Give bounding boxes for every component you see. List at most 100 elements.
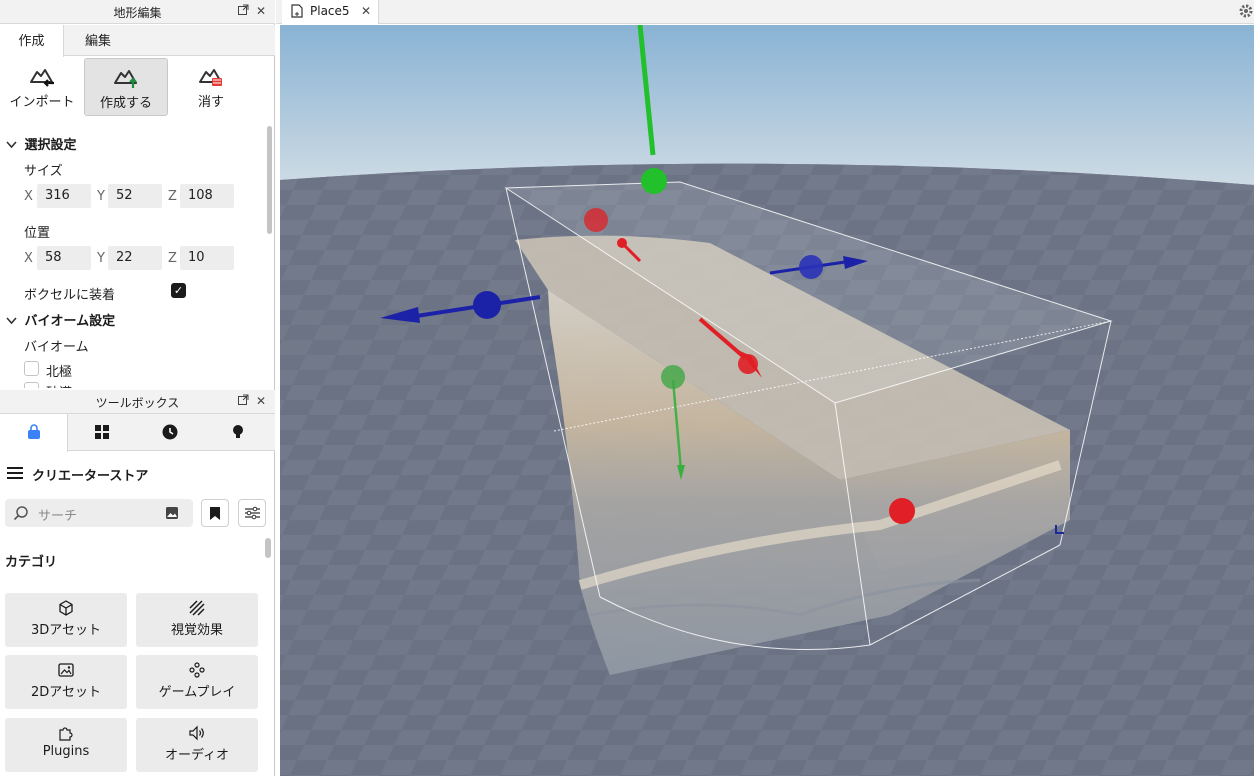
undock-icon[interactable] (236, 394, 250, 408)
gamepad-icon (189, 662, 205, 678)
store-bag-icon (27, 424, 40, 439)
biome-settings-title: バイオーム設定 (24, 314, 116, 329)
position-x-axis: X (24, 251, 33, 266)
gear-icon[interactable] (1238, 3, 1254, 23)
store-title: クリエーターストア (32, 469, 149, 484)
position-y-field[interactable]: 22 (108, 246, 162, 270)
search-icon (13, 505, 29, 525)
store-header: クリエーターストア (0, 460, 275, 488)
toolbox-header: ツールボックス ✕ (0, 390, 275, 414)
category-visual-effects[interactable]: 視覚効果 (136, 593, 258, 647)
category-label: オーディオ (164, 748, 230, 763)
terrain-settings: 選択設定 サイズ X 316 Y 52 Z 108 位置 X 58 Y 22 Z… (0, 126, 266, 388)
import-tool-label: インポート (9, 95, 75, 110)
terrain-import-icon (30, 69, 54, 87)
document-tab-name: Place5 (310, 4, 350, 18)
sliders-icon (244, 506, 260, 520)
terrain-generate-icon (114, 70, 137, 88)
tab-edit[interactable]: 編集 (66, 25, 130, 56)
toolbox-scrollbar[interactable] (265, 538, 271, 558)
terrain-tabs: 作成 編集 (0, 25, 275, 57)
speaker-icon (189, 725, 204, 741)
move-handle-z-front[interactable] (473, 291, 501, 319)
selection-settings-header[interactable]: 選択設定 (6, 134, 77, 153)
position-z-axis: Z (168, 251, 177, 266)
filter-button[interactable] (238, 499, 266, 527)
category-label: Plugins (42, 744, 90, 759)
clear-tool-label: 消す (197, 95, 224, 110)
saved-button[interactable] (201, 499, 229, 527)
chevron-down-icon (6, 138, 20, 153)
move-handle-x-front[interactable] (738, 354, 758, 374)
move-handle-y-down[interactable] (661, 365, 685, 389)
close-panel-button[interactable]: ✕ (254, 394, 268, 408)
tab-inventory[interactable] (68, 414, 136, 451)
category-audio[interactable]: オーディオ (136, 718, 258, 772)
size-z-field[interactable]: 108 (180, 184, 234, 208)
size-label: サイズ (24, 164, 63, 179)
chevron-down-icon (6, 314, 20, 329)
biome-desert-label: 砂漠 (46, 382, 72, 388)
position-z-field[interactable]: 10 (180, 246, 234, 270)
size-z-axis: Z (168, 189, 177, 204)
undock-icon[interactable] (236, 4, 250, 18)
import-tool-button[interactable]: インポート (0, 58, 84, 116)
tab-create[interactable]: 作成 (0, 25, 64, 57)
toolbox-title: ツールボックス (95, 396, 180, 410)
category-label: 視覚効果 (170, 623, 223, 638)
image-icon (58, 663, 74, 677)
search-input[interactable]: サーチ (5, 499, 193, 527)
tab-recent[interactable] (136, 414, 204, 451)
generate-tool-button[interactable]: 作成する (84, 58, 168, 116)
settings-scrollbar[interactable] (267, 126, 272, 234)
hatch-icon (189, 600, 205, 616)
biome-arctic-checkbox[interactable] (24, 361, 39, 376)
document-tab-bar: Place5 ✕ (276, 0, 1254, 24)
tab-suggestions[interactable] (204, 414, 272, 451)
lightbulb-icon (233, 425, 243, 438)
category-title: カテゴリ (5, 555, 58, 570)
close-tab-button[interactable]: ✕ (361, 4, 371, 18)
category-label: ゲームプレイ (158, 685, 236, 700)
terrain-clear-icon (199, 69, 222, 86)
category-label: 2Dアセット (30, 685, 102, 700)
bookmark-icon (210, 507, 220, 520)
position-x-field[interactable]: 58 (37, 246, 91, 270)
terrain-panel-title: 地形編集 (113, 6, 162, 20)
biome-settings-header[interactable]: バイオーム設定 (6, 310, 115, 329)
grid-icon (95, 425, 109, 439)
size-y-field[interactable]: 52 (108, 184, 162, 208)
biome-label: バイオーム (24, 340, 89, 355)
document-icon (291, 4, 303, 22)
generate-tool-label: 作成する (99, 96, 152, 111)
image-search-icon[interactable] (165, 506, 179, 524)
category-3d-assets[interactable]: 3Dアセット (5, 593, 127, 647)
biome-desert-checkbox[interactable] (24, 382, 39, 388)
category-2d-assets[interactable]: 2Dアセット (5, 655, 127, 709)
clear-tool-button[interactable]: 消す (169, 58, 253, 116)
close-panel-button[interactable]: ✕ (254, 4, 268, 18)
move-handle-x-back[interactable] (584, 208, 608, 232)
size-x-field[interactable]: 316 (37, 184, 91, 208)
cube-icon (59, 600, 73, 616)
category-gameplay[interactable]: ゲームプレイ (136, 655, 258, 709)
menu-icon[interactable] (7, 467, 23, 483)
terrain-panel-header: 地形編集 ✕ (0, 0, 275, 24)
category-label: 3Dアセット (30, 623, 102, 638)
move-handle-x-bottom[interactable] (889, 498, 915, 524)
size-y-axis: Y (97, 189, 105, 204)
clock-icon (162, 424, 178, 440)
move-handle-z-back[interactable] (799, 255, 823, 279)
position-label: 位置 (24, 226, 51, 241)
search-placeholder: サーチ (38, 509, 78, 524)
puzzle-icon (59, 727, 73, 741)
tab-store[interactable] (0, 414, 68, 452)
move-handle-y-up[interactable] (641, 168, 667, 194)
category-plugins[interactable]: Plugins (5, 718, 127, 772)
size-x-axis: X (24, 189, 33, 204)
tab-place5[interactable]: Place5 ✕ (282, 0, 379, 24)
snap-to-voxel-checkbox[interactable]: ✓ (171, 283, 186, 298)
snap-to-voxel-label: ボクセルに装着 (24, 288, 116, 303)
terrain-tools: インポート 作成する 消す (0, 56, 275, 118)
3d-viewport[interactable] (280, 25, 1254, 776)
